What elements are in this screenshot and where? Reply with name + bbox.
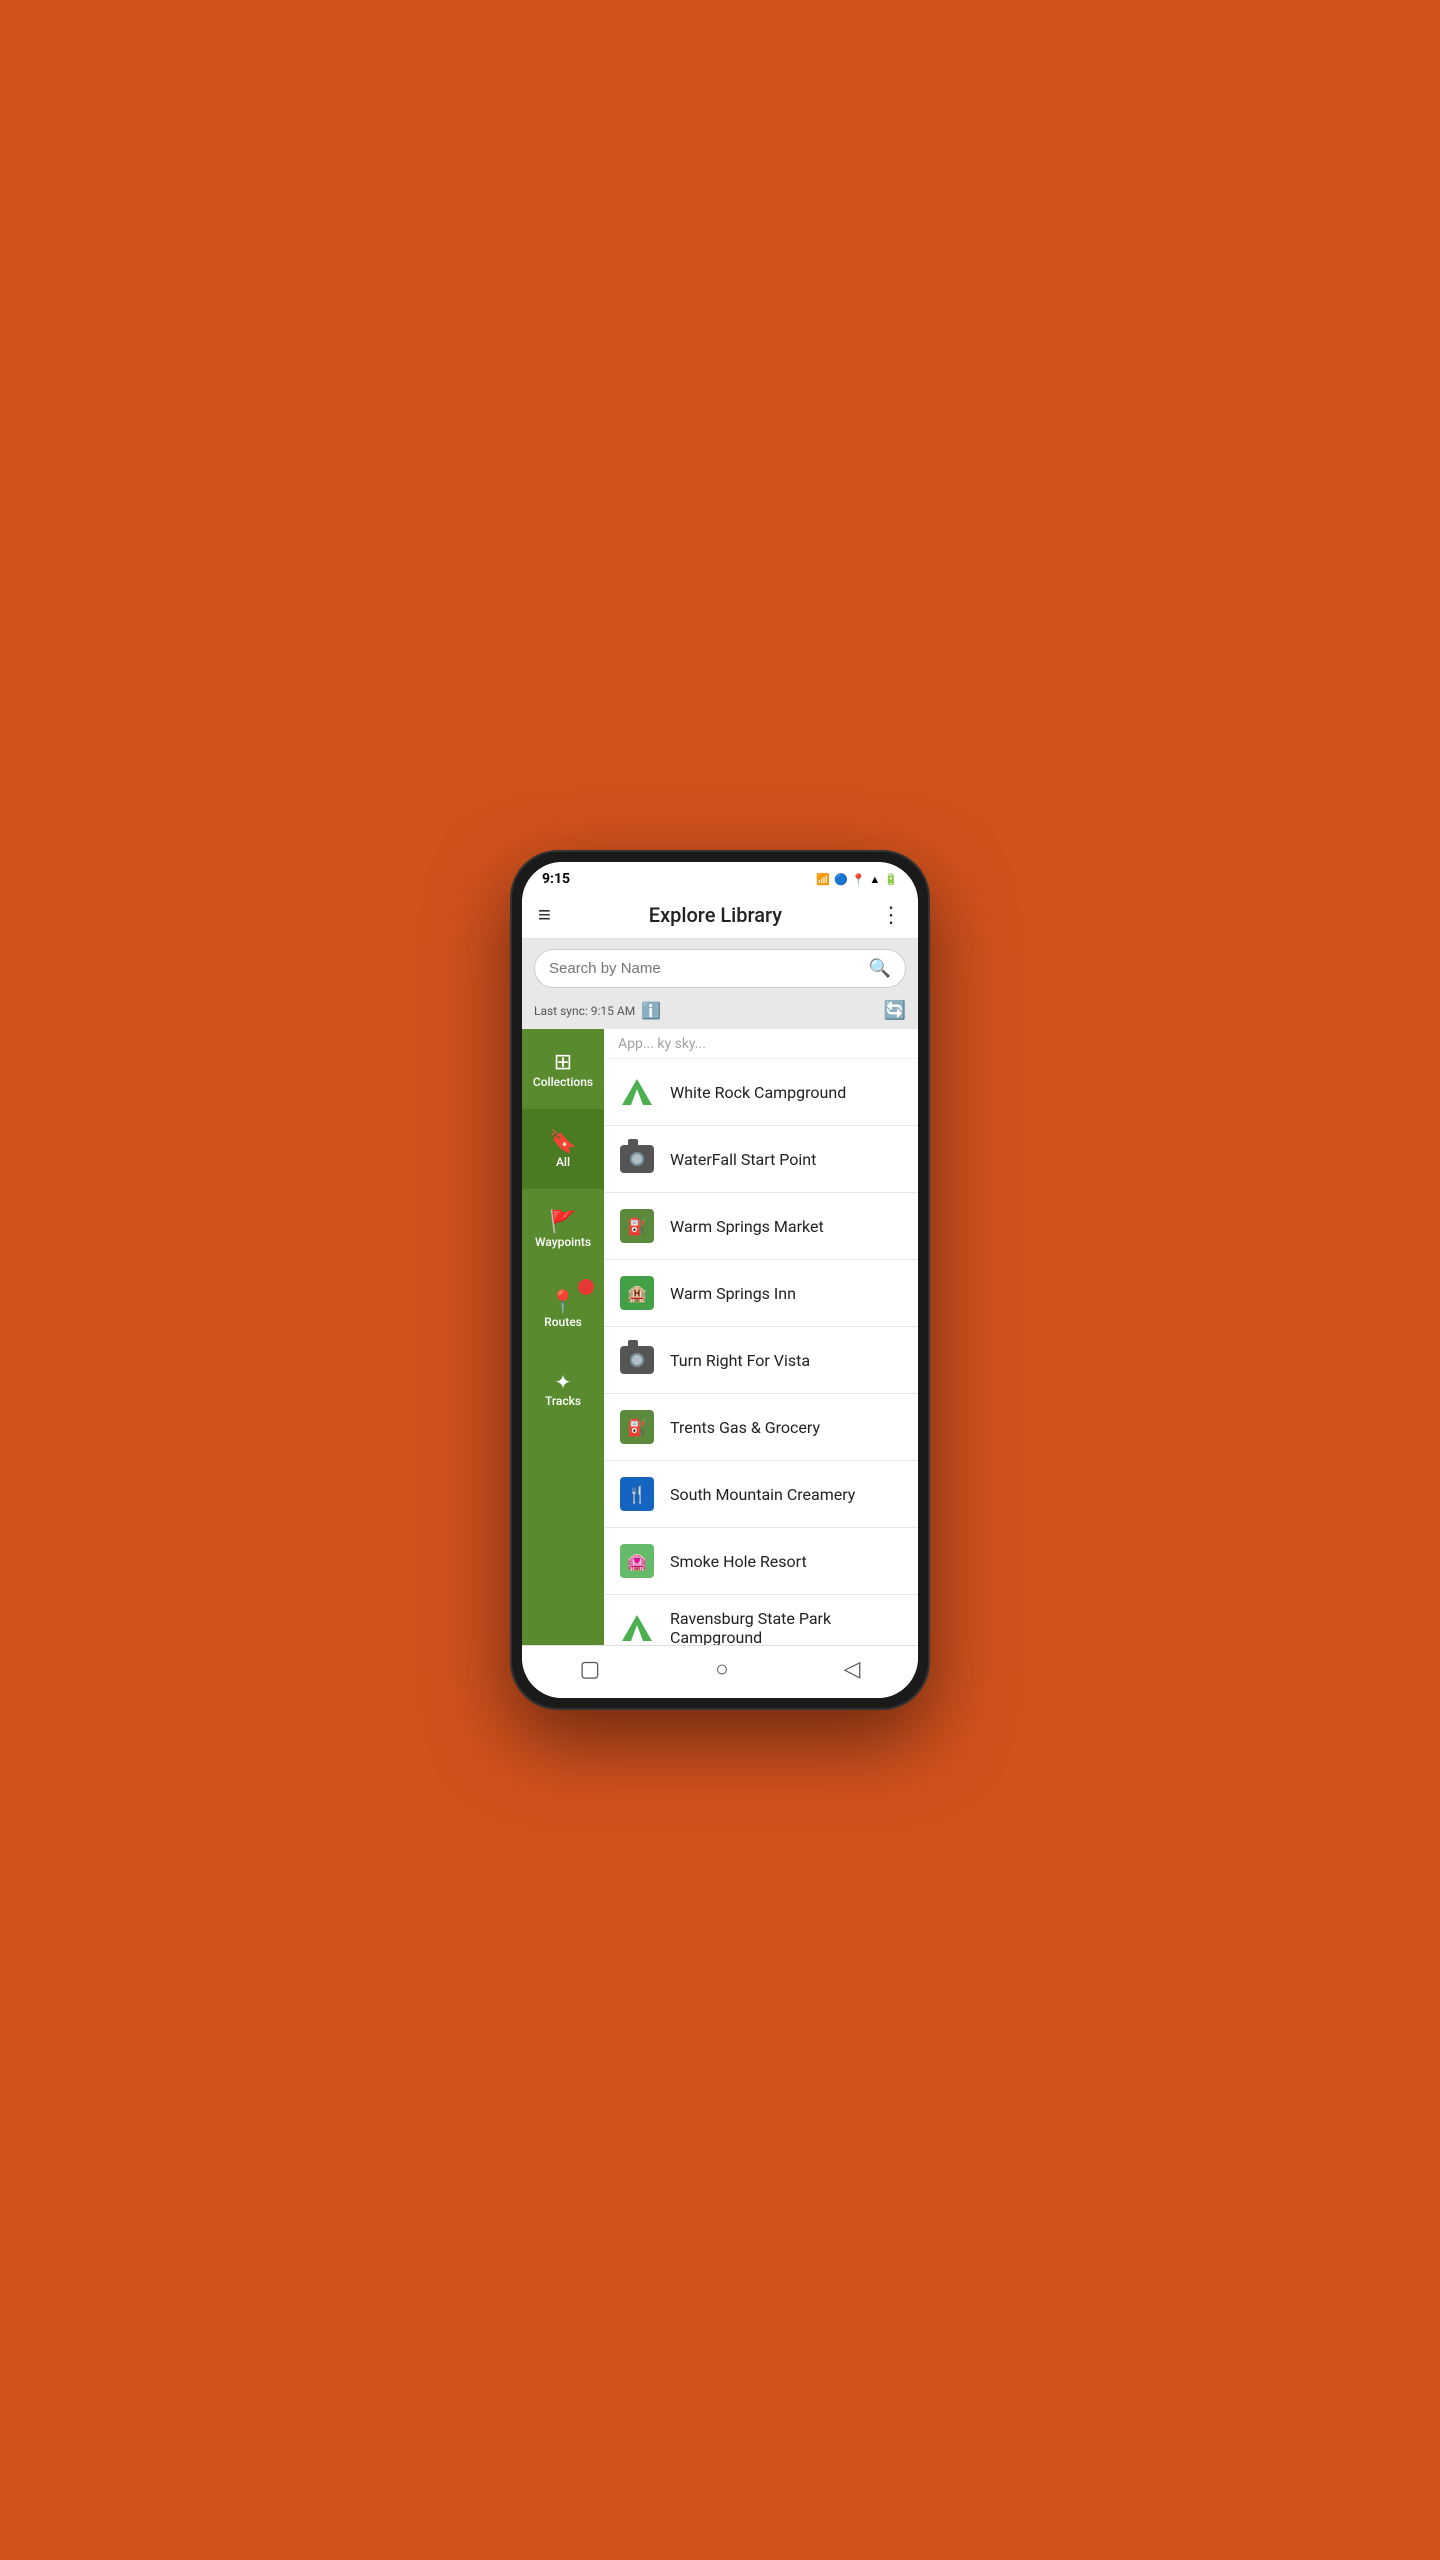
menu-icon[interactable]: ≡ (538, 902, 551, 928)
list-item[interactable]: Turn Right For Vista (604, 1327, 918, 1394)
item-icon-store: ⛽ (618, 1207, 656, 1245)
list-item[interactable]: Ravensburg State Park Campground (604, 1595, 918, 1645)
sidebar-label-all: All (556, 1155, 570, 1169)
page-title: Explore Library (649, 903, 782, 927)
item-icon-camera2 (618, 1341, 656, 1379)
tent-svg2 (620, 1611, 654, 1645)
inn-shape: 🏨 (620, 1276, 654, 1310)
collections-icon: ⊞ (554, 1050, 572, 1075)
status-bar: 9:15 📶 🔵 📍 ▲ 🔋 (522, 862, 918, 892)
tracks-icon: ✦ (555, 1370, 572, 1394)
battery-icon: 🔋 (884, 873, 898, 886)
item-icon-camera (618, 1140, 656, 1178)
item-name: South Mountain Creamery (670, 1485, 855, 1504)
list-item[interactable]: 🍴 South Mountain Creamery (604, 1461, 918, 1528)
sidebar-item-waypoints[interactable]: 🚩 Waypoints (522, 1189, 604, 1269)
phone-frame: 9:15 📶 🔵 📍 ▲ 🔋 ≡ Explore Library ⋮ 🔍 (510, 850, 930, 1710)
status-icons: 📶 🔵 📍 ▲ 🔋 (816, 873, 898, 886)
list-item[interactable]: ⛽ Trents Gas & Grocery (604, 1394, 918, 1461)
sync-info: Last sync: 9:15 AM ℹ️ (534, 1001, 661, 1020)
sidebar: ⊞ Collections 🔖 All 🚩 Waypoints 📍 Routes (522, 1029, 604, 1645)
all-icon: 🔖 (549, 1130, 576, 1155)
sidebar-label-tracks: Tracks (545, 1394, 581, 1408)
list-item[interactable]: ⛽ Warm Springs Market (604, 1193, 918, 1260)
tent-svg (620, 1075, 654, 1109)
list-item[interactable]: 🏨 Warm Springs Inn (604, 1260, 918, 1327)
sync-label: Last sync: 9:15 AM (534, 1004, 635, 1018)
list-item[interactable]: 🏩 Smoke Hole Resort (604, 1528, 918, 1595)
nav-bar: ▢ ○ ◁ (522, 1645, 918, 1698)
list-area: App... ky sky... White Rock Campground (604, 1029, 918, 1645)
item-icon-restaurant: 🍴 (618, 1475, 656, 1513)
main-content: ⊞ Collections 🔖 All 🚩 Waypoints 📍 Routes (522, 1029, 918, 1645)
item-name: Ravensburg State Park Campground (670, 1609, 904, 1645)
status-time: 9:15 (542, 871, 570, 887)
search-input[interactable] (549, 960, 861, 977)
camera-lens2 (630, 1353, 644, 1367)
sidebar-item-collections[interactable]: ⊞ Collections (522, 1029, 604, 1109)
waypoints-icon: 🚩 (549, 1210, 576, 1235)
list-item-partial[interactable]: App... ky sky... (604, 1029, 918, 1059)
item-icon-gas: ⛽ (618, 1408, 656, 1446)
sidebar-item-tracks[interactable]: ✦ Tracks (522, 1349, 604, 1429)
location-icon: 📍 (852, 873, 866, 886)
info-icon[interactable]: ℹ️ (641, 1001, 661, 1020)
item-name: Warm Springs Market (670, 1217, 824, 1236)
sidebar-item-all[interactable]: 🔖 All (522, 1109, 604, 1189)
item-icon-tent2 (618, 1609, 656, 1645)
item-name: Smoke Hole Resort (670, 1552, 807, 1571)
nav-back[interactable]: ◁ (844, 1657, 861, 1682)
sidebar-label-collections: Collections (533, 1075, 593, 1089)
routes-badge (578, 1279, 594, 1295)
search-area: 🔍 (522, 939, 918, 996)
camera-shape2 (620, 1346, 654, 1374)
search-bar: 🔍 (534, 949, 906, 988)
restaurant-shape: 🍴 (620, 1477, 654, 1511)
list-item[interactable]: WaterFall Start Point (604, 1126, 918, 1193)
item-name: Turn Right For Vista (670, 1351, 810, 1370)
sync-bar: Last sync: 9:15 AM ℹ️ 🔄 (522, 996, 918, 1029)
item-icon-inn: 🏨 (618, 1274, 656, 1312)
camera-lens (630, 1152, 644, 1166)
resort-shape: 🏩 (620, 1544, 654, 1578)
more-icon[interactable]: ⋮ (880, 903, 902, 928)
search-icon: 🔍 (869, 958, 891, 979)
sidebar-label-routes: Routes (544, 1315, 582, 1329)
item-name: Trents Gas & Grocery (670, 1418, 820, 1437)
store-shape: ⛽ (620, 1209, 654, 1243)
sidebar-label-waypoints: Waypoints (535, 1235, 591, 1249)
list-item[interactable]: White Rock Campground (604, 1059, 918, 1126)
wifi-icon: ▲ (869, 873, 880, 886)
item-icon-resort: 🏩 (618, 1542, 656, 1580)
signal-icon: 📶 (816, 873, 830, 886)
nav-circle[interactable]: ○ (715, 1656, 728, 1682)
refresh-icon[interactable]: 🔄 (884, 1000, 906, 1021)
app-header: ≡ Explore Library ⋮ (522, 892, 918, 939)
bluetooth-icon: 🔵 (834, 873, 848, 886)
phone-screen: 9:15 📶 🔵 📍 ▲ 🔋 ≡ Explore Library ⋮ 🔍 (522, 862, 918, 1698)
sidebar-item-routes[interactable]: 📍 Routes (522, 1269, 604, 1349)
camera-shape (620, 1145, 654, 1173)
routes-icon: 📍 (549, 1290, 576, 1315)
partial-text: App... ky sky... (618, 1036, 706, 1052)
item-icon-tent (618, 1073, 656, 1111)
item-name: Warm Springs Inn (670, 1284, 796, 1303)
item-name: WaterFall Start Point (670, 1150, 816, 1169)
nav-square[interactable]: ▢ (579, 1657, 600, 1682)
item-name: White Rock Campground (670, 1083, 846, 1102)
gas-shape: ⛽ (620, 1410, 654, 1444)
